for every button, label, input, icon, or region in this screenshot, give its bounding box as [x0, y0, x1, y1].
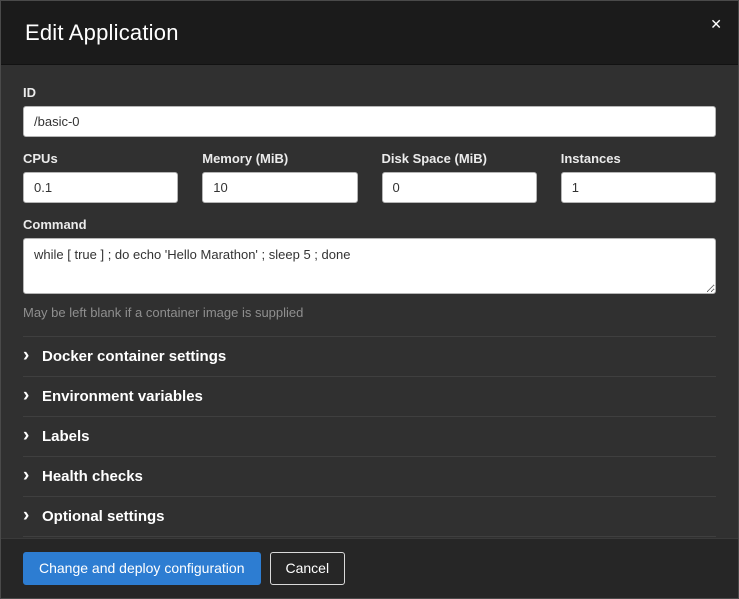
command-field-group: Command while [ true ] ; do echo 'Hello … — [23, 217, 716, 320]
section-docker-container-settings[interactable]: › Docker container settings — [23, 336, 716, 376]
chevron-right-icon: › — [23, 469, 33, 483]
disk-label: Disk Space (MiB) — [382, 151, 537, 166]
memory-label: Memory (MiB) — [202, 151, 357, 166]
modal-body: ID CPUs Memory (MiB) Disk Space (MiB) In… — [1, 65, 738, 538]
chevron-right-icon: › — [23, 389, 33, 403]
chevron-right-icon: › — [23, 349, 33, 363]
section-label: Optional settings — [42, 508, 165, 525]
disk-input[interactable] — [382, 172, 537, 203]
close-icon[interactable]: ✕ — [710, 17, 722, 31]
section-environment-variables[interactable]: › Environment variables — [23, 376, 716, 416]
section-label: Health checks — [42, 468, 143, 485]
memory-field-group: Memory (MiB) — [202, 151, 357, 203]
section-label: Docker container settings — [42, 348, 226, 365]
instances-input[interactable] — [561, 172, 716, 203]
change-and-deploy-button[interactable]: Change and deploy configuration — [23, 552, 261, 585]
command-label: Command — [23, 217, 716, 232]
cpus-input[interactable] — [23, 172, 178, 203]
section-label: Labels — [42, 428, 90, 445]
id-label: ID — [23, 85, 716, 100]
instances-field-group: Instances — [561, 151, 716, 203]
section-labels[interactable]: › Labels — [23, 416, 716, 456]
disk-field-group: Disk Space (MiB) — [382, 151, 537, 203]
resources-row: CPUs Memory (MiB) Disk Space (MiB) Insta… — [23, 151, 716, 203]
memory-input[interactable] — [202, 172, 357, 203]
edit-application-modal: Edit Application ✕ ID CPUs Memory (MiB) … — [0, 0, 739, 599]
id-field-group: ID — [23, 85, 716, 137]
cpus-field-group: CPUs — [23, 151, 178, 203]
instances-label: Instances — [561, 151, 716, 166]
collapsible-sections: › Docker container settings › Environmen… — [23, 336, 716, 537]
cancel-button[interactable]: Cancel — [270, 552, 346, 585]
id-input[interactable] — [23, 106, 716, 137]
cpus-label: CPUs — [23, 151, 178, 166]
section-label: Environment variables — [42, 388, 203, 405]
section-optional-settings[interactable]: › Optional settings — [23, 496, 716, 537]
section-health-checks[interactable]: › Health checks — [23, 456, 716, 496]
chevron-right-icon: › — [23, 509, 33, 523]
command-help-text: May be left blank if a container image i… — [23, 305, 716, 320]
modal-header: Edit Application ✕ — [1, 1, 738, 65]
command-textarea[interactable]: while [ true ] ; do echo 'Hello Marathon… — [23, 238, 716, 294]
modal-title: Edit Application — [25, 20, 179, 46]
modal-footer: Change and deploy configuration Cancel — [1, 538, 738, 598]
chevron-right-icon: › — [23, 429, 33, 443]
